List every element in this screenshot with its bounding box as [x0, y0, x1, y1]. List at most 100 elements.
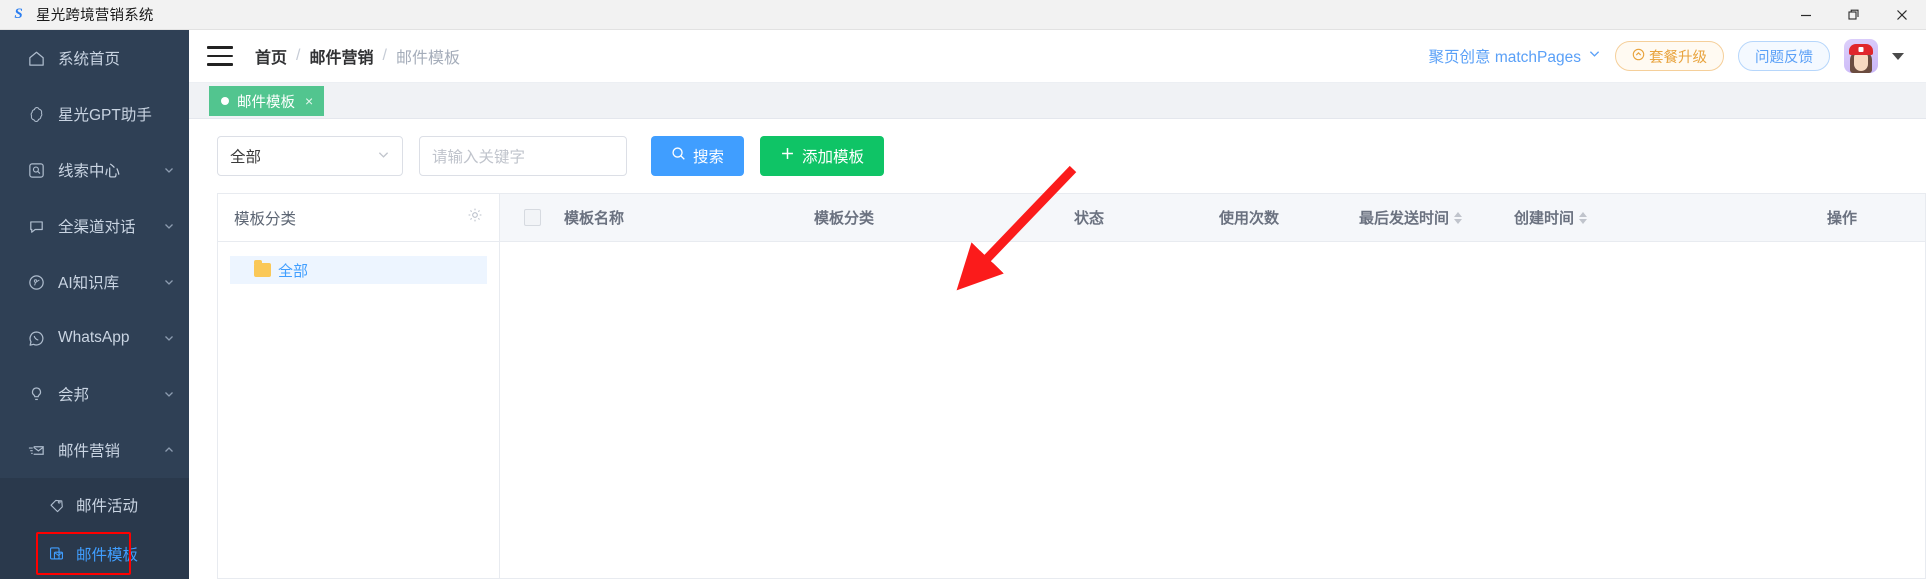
column-header-created-label: 创建时间	[1514, 210, 1575, 227]
category-select[interactable]: 全部	[217, 136, 403, 176]
chevron-down-icon	[162, 388, 175, 401]
column-header-category: 模板分类	[814, 210, 875, 227]
gear-icon[interactable]	[467, 207, 483, 228]
sidebar-item-gpt[interactable]: 星光GPT助手	[0, 86, 189, 142]
search-icon	[671, 146, 686, 166]
category-panel-title: 模板分类	[234, 210, 297, 228]
add-template-button[interactable]: 添加模板	[760, 136, 885, 176]
column-header-created[interactable]: 创建时间	[1514, 207, 1759, 228]
main-region: 首页 / 邮件营销 / 邮件模板 聚页创意 matchPages 套餐升级 问题…	[189, 30, 1926, 579]
hamburger-line	[207, 63, 233, 66]
breadcrumb: 首页 / 邮件营销 / 邮件模板	[255, 44, 460, 68]
chevron-down-icon	[1588, 47, 1601, 65]
sidebar-item-leads[interactable]: 线索中心	[0, 142, 189, 198]
upgrade-plan-label: 套餐升级	[1649, 49, 1707, 66]
sidebar-item-ai-knowledge[interactable]: AI知识库	[0, 254, 189, 310]
chevron-down-icon	[377, 148, 390, 164]
sidebar-item-label: 系统首页	[58, 51, 121, 68]
category-panel: 模板分类 全部	[217, 193, 500, 579]
sidebar-item-label: WhatsApp	[58, 329, 130, 346]
sidebar-item-label: 邮件营销	[58, 443, 121, 460]
category-node-all[interactable]: 全部	[230, 256, 487, 284]
tab-strip: 邮件模板 ×	[189, 83, 1926, 119]
breadcrumb-item-home[interactable]: 首页	[255, 44, 287, 68]
breadcrumb-item-current: 邮件模板	[395, 50, 460, 67]
hamburger-line	[207, 46, 233, 49]
sidebar-item-huibang[interactable]: 会邦	[0, 366, 189, 422]
chat-icon	[26, 216, 47, 237]
minimize-icon	[1801, 14, 1811, 17]
category-select-value: 全部	[230, 149, 262, 166]
column-header-status: 状态	[1074, 210, 1105, 227]
plus-icon	[780, 146, 795, 166]
avatar-cap	[1849, 44, 1873, 55]
filter-toolbar: 全部 请输入关键字 搜索 添加模板	[189, 119, 1926, 193]
search-button[interactable]: 搜索	[651, 136, 745, 176]
chevron-up-icon	[162, 444, 175, 457]
add-template-label: 添加模板	[802, 149, 865, 166]
tab-active-dot-icon	[221, 97, 229, 105]
sidebar-item-email-template[interactable]: 邮件模板	[0, 529, 189, 578]
sidebar-item-whatsapp[interactable]: WhatsApp	[0, 310, 189, 366]
close-icon	[1897, 10, 1907, 20]
window-title: 星光跨境营销系统	[36, 8, 154, 24]
window-titlebar: S 星光跨境营销系统	[0, 0, 1926, 30]
keyword-input-placeholder: 请输入关键字	[432, 149, 526, 166]
column-header-last-sent-label: 最后发送时间	[1359, 210, 1450, 227]
app-logo-icon: S	[14, 6, 23, 22]
page-content: 全部 请输入关键字 搜索 添加模板 模板分类 全部 模板名称 模板分类 状态 使…	[189, 119, 1926, 579]
content-stage: 全部 请输入关键字 搜索 添加模板 模板分类 全部 模板名称 模板分类 状态 使…	[189, 119, 1926, 579]
table-header-row: 模板名称 模板分类 状态 使用次数 最后发送时间 创建时间 操作	[500, 194, 1925, 242]
select-all-checkbox[interactable]	[523, 209, 541, 226]
upgrade-icon	[1632, 48, 1645, 65]
sidebar-item-email-campaign[interactable]: 邮件活动	[0, 480, 189, 529]
category-tree: 全部	[218, 242, 499, 578]
folder-icon	[254, 260, 271, 277]
top-header: 首页 / 邮件营销 / 邮件模板 聚页创意 matchPages 套餐升级 问题…	[189, 30, 1926, 83]
chevron-down-icon	[162, 220, 175, 233]
minimize-button[interactable]	[1782, 0, 1830, 30]
tab-close-icon[interactable]: ×	[305, 93, 313, 109]
sidebar-item-label: 邮件模板	[76, 546, 139, 564]
column-header-last-sent[interactable]: 最后发送时间	[1359, 207, 1514, 228]
sidebar-submenu-email-marketing: 邮件活动 邮件模板	[0, 478, 189, 579]
breadcrumb-separator: /	[296, 47, 301, 64]
chevron-down-icon	[162, 164, 175, 177]
home-icon	[26, 48, 47, 69]
menu-toggle-button[interactable]	[207, 46, 233, 66]
account-switcher[interactable]: 聚页创意 matchPages	[1429, 45, 1601, 67]
chevron-down-icon	[162, 276, 175, 289]
feedback-button[interactable]: 问题反馈	[1738, 41, 1830, 71]
close-button[interactable]	[1878, 0, 1926, 30]
keyword-input-wrapper[interactable]: 请输入关键字	[419, 136, 627, 176]
column-header-usage: 使用次数	[1219, 210, 1280, 227]
breadcrumb-item-email-marketing[interactable]: 邮件营销	[309, 44, 373, 68]
user-menu-caret-icon[interactable]	[1892, 52, 1904, 60]
tag-icon	[47, 495, 66, 514]
sidebar-item-email-marketing[interactable]: 邮件营销	[0, 422, 189, 478]
sidebar-item-omnichannel-chat[interactable]: 全渠道对话	[0, 198, 189, 254]
breadcrumb-separator: /	[382, 47, 387, 64]
column-header-name: 模板名称	[564, 210, 625, 227]
avatar[interactable]	[1844, 39, 1878, 73]
app-shell: 系统首页 星光GPT助手 线索中心 全渠道对话 AI知识库 WhatsApp 会…	[0, 30, 1926, 579]
mail-send-icon	[26, 440, 47, 461]
table-body	[500, 242, 1925, 578]
feedback-label: 问题反馈	[1755, 49, 1813, 66]
category-panel-header: 模板分类	[218, 194, 499, 242]
category-node-label: 全部	[278, 262, 309, 280]
account-switcher-label: 聚页创意 matchPages	[1428, 49, 1581, 66]
sidebar-item-label: 全渠道对话	[58, 219, 136, 236]
template-table: 模板名称 模板分类 状态 使用次数 最后发送时间 创建时间 操作	[500, 193, 1926, 579]
tab-email-template[interactable]: 邮件模板 ×	[209, 86, 325, 116]
sort-toggle-icon[interactable]	[1454, 211, 1463, 224]
sort-toggle-icon[interactable]	[1579, 211, 1588, 224]
restore-button[interactable]	[1830, 0, 1878, 30]
chevron-down-icon	[162, 332, 175, 345]
upgrade-plan-button[interactable]: 套餐升级	[1615, 41, 1724, 71]
column-header-operations: 操作	[1826, 210, 1857, 227]
brain-icon	[26, 272, 47, 293]
sidebar-item-home[interactable]: 系统首页	[0, 30, 189, 86]
sidebar-item-label: 星光GPT助手	[58, 107, 152, 124]
sidebar: 系统首页 星光GPT助手 线索中心 全渠道对话 AI知识库 WhatsApp 会…	[0, 30, 189, 579]
